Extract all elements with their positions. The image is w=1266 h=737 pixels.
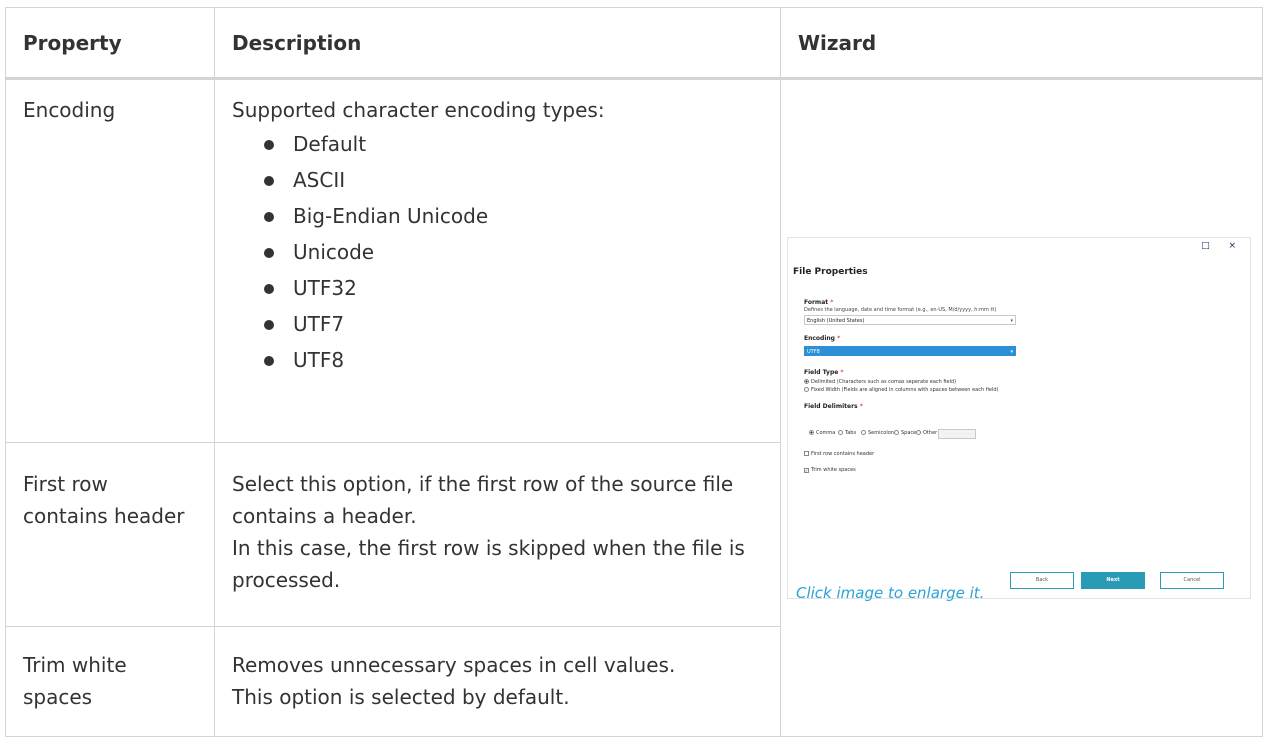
radio-icon	[894, 430, 899, 435]
description-line: In this case, the first row is skipped w…	[232, 536, 745, 592]
checkbox-checked-icon: ✓	[804, 468, 809, 473]
delimiter-semicolon: Semicolon	[861, 430, 894, 436]
property-first-row-label: First row contains header	[23, 472, 185, 528]
list-item: UTF8	[264, 342, 763, 378]
delimiter-other-input	[938, 429, 976, 439]
field-type-fixed: Fixed Width (Fields are aligned in colum…	[804, 387, 998, 393]
list-item: Unicode	[264, 234, 763, 270]
encoding-label: Encoding *	[804, 335, 841, 342]
encoding-select: UTF8 ▾	[804, 346, 1016, 356]
encoding-intro: Supported character encoding types:	[232, 98, 605, 122]
format-label: Format *	[804, 299, 834, 306]
description-line: Removes unnecessary spaces in cell value…	[232, 653, 676, 677]
list-item: ASCII	[264, 162, 763, 198]
wizard-screenshot[interactable]: □ × File Properties Format * Defines the…	[787, 237, 1251, 599]
radio-icon	[838, 430, 843, 435]
first-row-checkbox: First row contains header	[804, 451, 874, 457]
table-header-row: Property Description Wizard	[5, 7, 1263, 80]
list-item: Big-Endian Unicode	[264, 198, 763, 234]
field-type-label: Field Type *	[804, 369, 844, 376]
field-delimiters-label: Field Delimiters *	[804, 403, 863, 410]
window-buttons: □ ×	[1201, 241, 1244, 251]
checkbox-icon	[804, 451, 809, 456]
radio-icon	[916, 430, 921, 435]
cancel-button: Cancel	[1160, 572, 1224, 589]
next-button: Next	[1081, 572, 1145, 589]
enlarge-caption[interactable]: Click image to enlarge it.	[796, 584, 984, 602]
delimiter-tabs: Tabs	[838, 430, 856, 436]
back-button: Back	[1010, 572, 1074, 589]
encoding-list: Default ASCII Big-Endian Unicode Unicode…	[232, 126, 763, 378]
delimiter-other: Other	[916, 430, 937, 436]
radio-icon	[804, 379, 809, 384]
description-trim: Removes unnecessary spaces in cell value…	[214, 626, 781, 737]
header-description: Description	[214, 7, 781, 80]
property-trim-label: Trim white spaces	[23, 653, 127, 709]
header-property: Property	[5, 7, 215, 80]
header-wizard: Wizard	[780, 7, 1263, 80]
list-item: UTF7	[264, 306, 763, 342]
description-first-row: Select this option, if the first row of …	[214, 442, 781, 627]
list-item: Default	[264, 126, 763, 162]
radio-icon	[809, 430, 814, 435]
radio-icon	[861, 430, 866, 435]
description-line: Select this option, if the first row of …	[232, 472, 734, 528]
property-trim: Trim white spaces	[5, 626, 215, 737]
delimiter-comma: Comma	[809, 430, 835, 436]
list-item: UTF32	[264, 270, 763, 306]
property-encoding: Encoding	[5, 78, 215, 443]
field-type-delimited: Delimited (Characters such as comas sepe…	[804, 379, 956, 385]
delimiter-space: Space	[894, 430, 916, 436]
trim-checkbox: ✓ Trim white spaces	[804, 467, 856, 473]
radio-icon	[804, 387, 809, 392]
wizard-title: File Properties	[793, 267, 868, 277]
format-select: English (United States) ▾	[804, 315, 1016, 325]
description-line: This option is selected by default.	[232, 685, 570, 709]
format-hint: Defines the language, date and time form…	[804, 307, 997, 313]
property-first-row: First row contains header	[5, 442, 215, 627]
description-encoding: Supported character encoding types: Defa…	[214, 78, 781, 443]
